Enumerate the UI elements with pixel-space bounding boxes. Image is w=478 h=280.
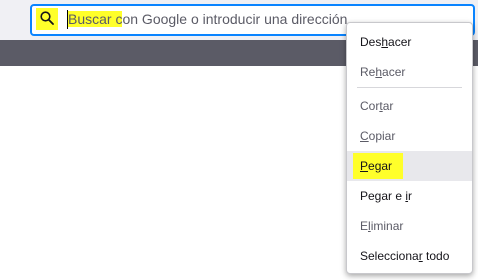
menu-item-paste-label: Pegar [360, 159, 393, 173]
menu-item-redo[interactable]: Rehacer [347, 57, 472, 87]
menu-separator [357, 87, 462, 88]
menu-item-paste-and-go-label: Pegar e ir [360, 189, 413, 203]
menu-item-redo-label: Rehacer [360, 65, 406, 79]
context-menu: Deshacer Rehacer Cortar Copiar Pegar Peg… [346, 22, 473, 274]
menu-item-paste-and-go[interactable]: Pegar e ir [347, 181, 472, 211]
address-placeholder[interactable]: Buscar con Google o introducir una direc… [68, 10, 347, 29]
menu-item-cut[interactable]: Cortar [347, 91, 472, 121]
search-icon [36, 8, 58, 30]
menu-item-select-all-label: Seleccionar todo [360, 249, 450, 263]
menu-item-select-all[interactable]: Seleccionar todo [347, 241, 472, 271]
address-placeholder-highlight: Buscar c [68, 11, 123, 27]
menu-item-cut-label: Cortar [360, 99, 394, 113]
menu-item-undo-label: Deshacer [360, 35, 412, 49]
menu-item-copy[interactable]: Copiar [347, 121, 472, 151]
menu-item-delete[interactable]: Eliminar [347, 211, 472, 241]
menu-item-paste[interactable]: Pegar [347, 151, 472, 181]
menu-item-delete-label: Eliminar [360, 219, 404, 233]
menu-item-undo[interactable]: Deshacer [347, 27, 472, 57]
address-placeholder-rest: on Google o introducir una dirección [122, 11, 348, 27]
menu-item-copy-label: Copiar [360, 129, 396, 143]
